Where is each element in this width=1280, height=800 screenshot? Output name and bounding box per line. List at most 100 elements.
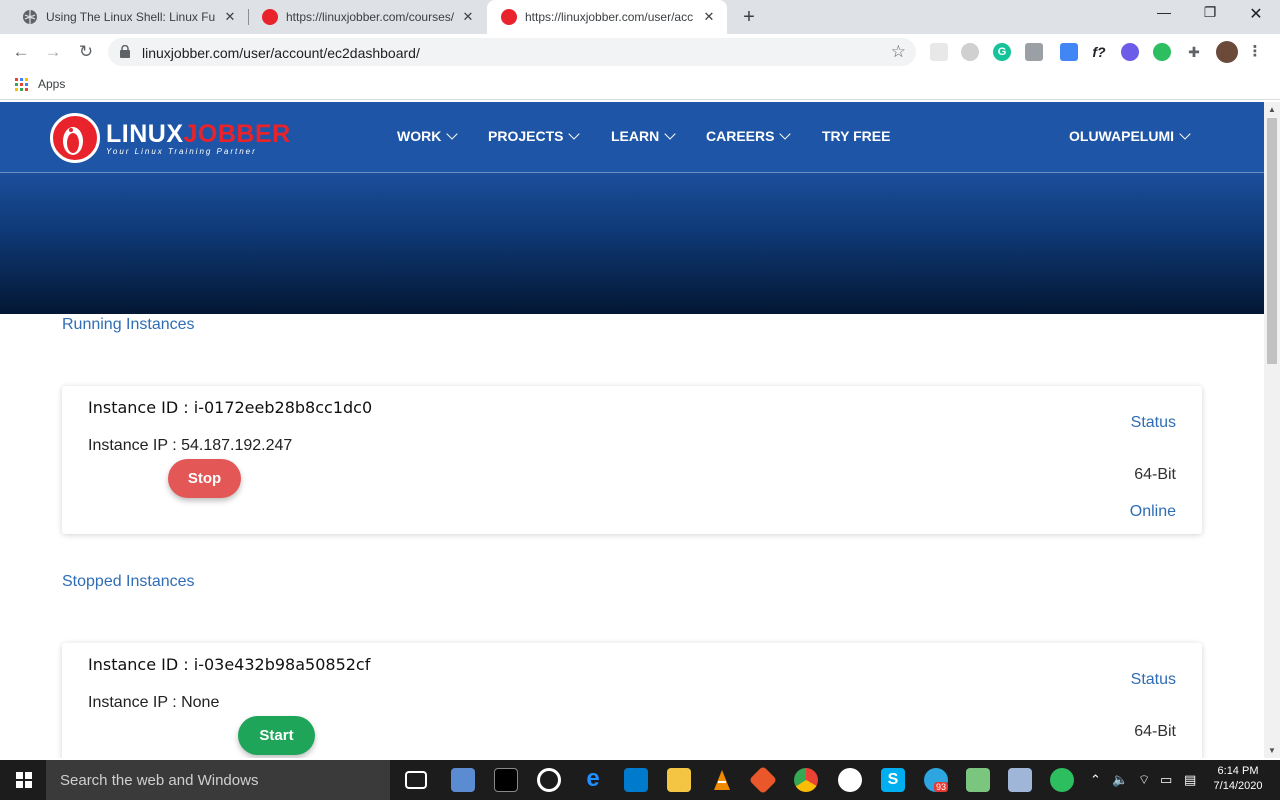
penguin-logo-icon (50, 113, 100, 163)
nav-try-free[interactable]: TRY FREE (822, 128, 890, 144)
vlc-icon[interactable] (710, 768, 734, 792)
web-page: LINUXJOBBER Your Linux Training Partner … (0, 102, 1264, 758)
git-icon[interactable] (748, 765, 778, 795)
close-window-icon[interactable]: ✕ (1244, 4, 1268, 24)
tab-title: Using The Linux Shell: Linux Func (46, 10, 216, 24)
nav-careers[interactable]: CAREERS (706, 127, 792, 144)
edge-icon[interactable]: e (581, 767, 605, 792)
linuxjobber-favicon-icon (262, 9, 278, 25)
instance-ip: Instance IP : 54.187.192.247 (88, 437, 293, 454)
action-center-icon[interactable]: ▤ (1184, 772, 1196, 788)
back-icon[interactable]: ← (10, 41, 32, 63)
url-text: linuxjobber.com/user/account/ec2dashboar… (142, 45, 420, 61)
skype-icon[interactable]: S (881, 768, 905, 792)
notification-badge: 93 (934, 782, 949, 792)
chevron-down-icon (1179, 127, 1191, 140)
stopped-instances-heading: Stopped Instances (62, 573, 195, 590)
browser-tab-2[interactable]: https://linuxjobber.com/courses/ ✕ (248, 0, 486, 34)
page-scrollbar[interactable]: ▲ ▼ (1264, 102, 1280, 758)
grammarly-icon[interactable]: G (993, 43, 1011, 61)
minimize-icon[interactable]: — (1152, 4, 1176, 20)
windows-taskbar: Search the web and Windows e S 93 ⌃ 🔈 ⌔ … (0, 760, 1280, 800)
site-logo[interactable]: LINUXJOBBER Your Linux Training Partner (48, 110, 291, 168)
scrollbar-thumb[interactable] (1267, 118, 1277, 364)
battery-icon[interactable]: ▭ (1160, 772, 1172, 788)
terminal-icon[interactable] (494, 768, 518, 792)
extension-icon[interactable] (961, 43, 979, 61)
chevron-down-icon (446, 127, 458, 140)
kebab-menu-icon[interactable]: ⋮ (1246, 43, 1264, 61)
restore-icon[interactable]: ❐ (1198, 4, 1222, 21)
close-tab-icon[interactable]: ✕ (460, 9, 476, 25)
nav-projects[interactable]: PROJECTS (488, 127, 581, 144)
chevron-down-icon (779, 127, 792, 140)
extensions-puzzle-icon[interactable]: ✚ (1185, 43, 1203, 61)
app-icon[interactable] (451, 768, 475, 792)
chevron-up-icon[interactable]: ⌃ (1090, 772, 1101, 788)
reload-icon[interactable]: ↻ (75, 41, 97, 63)
vscode-icon[interactable] (624, 768, 648, 792)
evernote-icon[interactable] (1153, 43, 1171, 61)
task-view-icon[interactable] (405, 771, 427, 789)
logo-wordmark: LINUXJOBBER (106, 120, 291, 148)
bookmark-star-icon[interactable]: ☆ (891, 42, 906, 62)
forward-icon[interactable]: → (42, 41, 64, 63)
instance-id: Instance ID : i-03e432b98a50852cf (88, 655, 371, 674)
translate-icon[interactable] (1025, 43, 1043, 61)
scroll-up-icon[interactable]: ▲ (1268, 105, 1276, 114)
architecture-label: 64-Bit (1134, 723, 1176, 740)
extension-icon[interactable] (930, 43, 948, 61)
nav-work[interactable]: WORK (397, 127, 458, 144)
address-bar[interactable]: linuxjobber.com/user/account/ec2dashboar… (108, 38, 916, 66)
globe-icon (22, 9, 38, 25)
browser-tab-3-active[interactable]: https://linuxjobber.com/user/acc ✕ (487, 0, 727, 34)
chevron-down-icon (664, 127, 676, 140)
app-icon[interactable] (966, 768, 990, 792)
telegram-icon[interactable]: 93 (924, 768, 949, 792)
running-instances-heading: Running Instances (62, 316, 195, 333)
stop-button[interactable]: Stop (168, 459, 241, 498)
formula-icon[interactable]: f? (1090, 43, 1108, 61)
site-navbar: LINUXJOBBER Your Linux Training Partner … (0, 102, 1264, 173)
bookmarks-bar: Apps (0, 70, 1280, 100)
nav-user-menu[interactable]: OLUWAPELUMI (1069, 127, 1191, 144)
taskbar-clock[interactable]: 6:14 PM 7/14/2020 (1206, 764, 1270, 794)
scroll-down-icon[interactable]: ▼ (1268, 746, 1276, 755)
apps-grid-icon[interactable] (15, 78, 28, 91)
extension-icon[interactable] (1060, 43, 1078, 61)
evernote-icon[interactable] (1050, 768, 1074, 792)
chrome-icon[interactable] (794, 768, 818, 792)
clock-date: 7/14/2020 (1213, 780, 1263, 792)
windows-start-icon[interactable] (16, 772, 32, 788)
extension-icon[interactable] (1121, 43, 1139, 61)
nav-learn[interactable]: LEARN (611, 127, 676, 144)
close-tab-icon[interactable]: ✕ (701, 9, 717, 25)
tab-title: https://linuxjobber.com/user/acc (525, 10, 694, 24)
browser-toolbar: ← → ↻ linuxjobber.com/user/account/ec2da… (0, 34, 1280, 70)
start-button[interactable]: Start (238, 716, 315, 755)
app-icon[interactable] (537, 768, 561, 792)
wifi-icon[interactable]: ⌔ (1138, 772, 1150, 788)
clock-time: 6:14 PM (1217, 765, 1259, 777)
volume-icon[interactable]: 🔈 (1112, 772, 1128, 788)
new-tab-icon[interactable]: + (738, 6, 760, 29)
instance-id: Instance ID : i-0172eeb28b8cc1dc0 (88, 398, 373, 417)
apps-bookmark[interactable]: Apps (38, 77, 65, 91)
status-badge: Online (1129, 503, 1176, 520)
browser-tab-1[interactable]: Using The Linux Shell: Linux Func ✕ (8, 0, 248, 34)
logo-tagline: Your Linux Training Partner (106, 147, 257, 156)
tab-title: https://linuxjobber.com/courses/ (286, 10, 454, 24)
running-instance-card: Instance ID : i-0172eeb28b8cc1dc0 Instan… (62, 386, 1202, 534)
avatar[interactable] (1216, 41, 1238, 63)
status-label: Status (1130, 671, 1176, 688)
tab-strip: Using The Linux Shell: Linux Func ✕ http… (0, 0, 1280, 34)
taskbar-search[interactable]: Search the web and Windows (46, 760, 390, 800)
architecture-label: 64-Bit (1134, 466, 1176, 483)
file-explorer-icon[interactable] (667, 768, 691, 792)
network-app-icon[interactable] (1008, 768, 1032, 792)
slack-icon[interactable] (838, 768, 862, 792)
lock-icon (120, 45, 130, 58)
close-tab-icon[interactable]: ✕ (222, 9, 238, 25)
taskbar-search-placeholder: Search the web and Windows (60, 772, 259, 789)
stopped-instance-card: Instance ID : i-03e432b98a50852cf Instan… (62, 643, 1202, 758)
